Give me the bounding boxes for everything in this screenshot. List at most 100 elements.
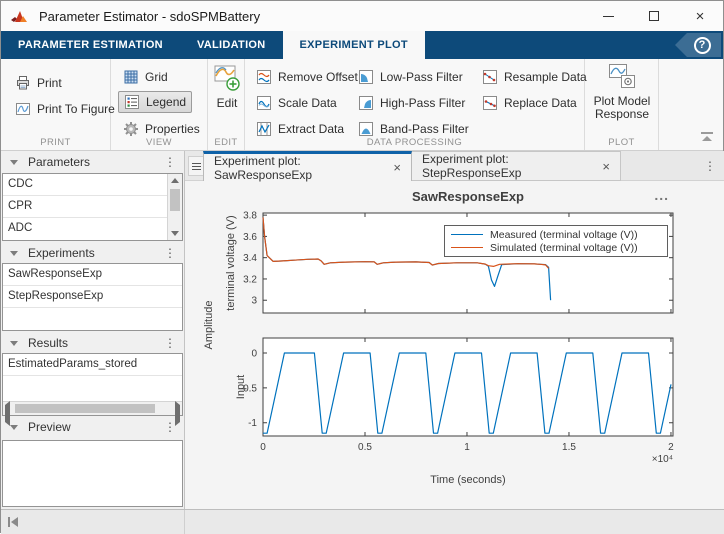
extract-data-label: Extract Data bbox=[278, 122, 344, 136]
parameters-menu-icon[interactable]: ⋮ bbox=[164, 156, 176, 168]
preview-menu-icon[interactable]: ⋮ bbox=[164, 421, 176, 433]
svg-text:1.5: 1.5 bbox=[562, 442, 576, 453]
tab-close-icon[interactable]: × bbox=[602, 159, 610, 174]
scroll-up-icon[interactable] bbox=[168, 174, 182, 187]
parameter-estimator-window: Parameter Estimator - sdoSPMBattery × PA… bbox=[0, 0, 724, 533]
experiment-item[interactable]: SawResponseExp bbox=[3, 264, 182, 286]
low-pass-filter-button[interactable]: Low-Pass Filter bbox=[353, 66, 468, 88]
tab-list-menu-icon[interactable] bbox=[188, 156, 204, 176]
parameters-list: CDC CPR ADC bbox=[2, 173, 183, 241]
svg-text:-1: -1 bbox=[248, 418, 257, 429]
grid-label: Grid bbox=[145, 70, 168, 84]
remove-offset-button[interactable]: Remove Offset bbox=[251, 66, 363, 88]
results-menu-icon[interactable]: ⋮ bbox=[164, 337, 176, 349]
results-hscrollbar[interactable] bbox=[3, 401, 182, 415]
print-button[interactable]: Print bbox=[10, 72, 67, 94]
section-plot: Plot Model Response PLOT bbox=[585, 59, 659, 150]
parameters-panel-header[interactable]: Parameters ⋮ bbox=[1, 152, 184, 172]
results-list: EstimatedParams_stored bbox=[2, 353, 183, 416]
preview-panel-header[interactable]: Preview ⋮ bbox=[1, 417, 184, 437]
replace-data-button[interactable]: Replace Data bbox=[477, 92, 582, 114]
plot-model-response-icon bbox=[607, 62, 637, 92]
sidebar: Parameters ⋮ CDC CPR ADC Experiments ⋮ bbox=[1, 151, 185, 509]
band-pass-filter-label: Band-Pass Filter bbox=[380, 122, 469, 136]
section-edit: Edit EDIT bbox=[208, 59, 245, 150]
plot-legend[interactable]: Measured (terminal voltage (V)) Simulate… bbox=[444, 225, 668, 257]
plot-model-response-button[interactable]: Plot Model Response bbox=[587, 62, 657, 121]
resample-data-label: Resample Data bbox=[504, 70, 587, 84]
section-data-processing: Remove Offset Scale Data Extract Data bbox=[245, 59, 585, 150]
maximize-button[interactable] bbox=[631, 1, 677, 31]
scroll-thumb[interactable] bbox=[170, 189, 180, 211]
experiments-panel-header[interactable]: Experiments ⋮ bbox=[1, 243, 184, 263]
print-to-figure-icon bbox=[15, 101, 31, 117]
statusbar-sidebar-cell bbox=[1, 510, 185, 534]
section-print-label: PRINT bbox=[1, 137, 110, 148]
experiment-item[interactable]: StepResponseExp bbox=[3, 286, 182, 308]
doc-tab-label: Experiment plot: StepResponseExp bbox=[422, 152, 593, 180]
legend-icon bbox=[124, 94, 140, 110]
plot-more-options[interactable]: ... bbox=[654, 187, 669, 203]
legend-button[interactable]: Legend bbox=[118, 91, 192, 113]
legend-label: Simulated (terminal voltage (V)) bbox=[490, 242, 638, 254]
document-tabbar: Experiment plot: SawResponseExp × Experi… bbox=[185, 151, 724, 181]
window-title: Parameter Estimator - sdoSPMBattery bbox=[39, 9, 585, 24]
result-item[interactable]: EstimatedParams_stored bbox=[3, 354, 182, 376]
scale-data-button[interactable]: Scale Data bbox=[251, 92, 342, 114]
parameter-item[interactable]: ADC bbox=[3, 218, 167, 240]
print-to-figure-button[interactable]: Print To Figure bbox=[10, 98, 120, 120]
svg-text:3.4: 3.4 bbox=[243, 253, 257, 264]
remove-offset-label: Remove Offset bbox=[278, 70, 358, 84]
edit-button[interactable]: Edit bbox=[212, 63, 242, 110]
collapse-ribbon-button[interactable] bbox=[699, 131, 715, 143]
close-button[interactable]: × bbox=[677, 1, 723, 31]
tab-parameter-estimation[interactable]: PARAMETER ESTIMATION bbox=[1, 31, 180, 59]
parameters-scrollbar[interactable] bbox=[167, 174, 182, 240]
grid-button[interactable]: Grid bbox=[118, 66, 173, 88]
high-pass-filter-icon bbox=[358, 95, 374, 111]
band-pass-filter-icon bbox=[358, 121, 374, 137]
simulated-line-sample bbox=[451, 247, 483, 248]
gear-icon bbox=[123, 121, 139, 137]
experiment-item[interactable] bbox=[3, 308, 182, 330]
ribbon-tabstrip: PARAMETER ESTIMATION VALIDATION EXPERIME… bbox=[1, 31, 723, 59]
resample-data-button[interactable]: Resample Data bbox=[477, 66, 592, 88]
tab-experiment-plot-sawresponseexp[interactable]: Experiment plot: SawResponseExp × bbox=[203, 151, 412, 181]
collapse-caret-icon bbox=[10, 341, 18, 346]
printer-icon bbox=[15, 75, 31, 91]
tab-experiment-plot[interactable]: EXPERIMENT PLOT bbox=[283, 31, 425, 59]
tab-experiment-plot-stepresponseexp[interactable]: Experiment plot: StepResponseExp × bbox=[412, 151, 621, 181]
svg-text:1: 1 bbox=[464, 442, 470, 453]
tabbar-menu-icon[interactable]: ⋮ bbox=[704, 159, 716, 173]
figure-area: SawResponseExp ... 33.23.43.63.800.511.5… bbox=[185, 181, 724, 509]
preview-box bbox=[2, 440, 183, 507]
scroll-thumb[interactable] bbox=[15, 404, 155, 413]
scale-data-label: Scale Data bbox=[278, 96, 337, 110]
results-panel-header[interactable]: Results ⋮ bbox=[1, 333, 184, 353]
scroll-down-icon[interactable] bbox=[168, 227, 182, 240]
high-pass-filter-button[interactable]: High-Pass Filter bbox=[353, 92, 470, 114]
svg-text:0: 0 bbox=[260, 442, 266, 453]
legend-entry-simulated: Simulated (terminal voltage (V)) bbox=[451, 241, 663, 254]
svg-text:3.2: 3.2 bbox=[243, 274, 257, 285]
preview-panel-title: Preview bbox=[28, 420, 164, 434]
experiments-menu-icon[interactable]: ⋮ bbox=[164, 247, 176, 259]
help-icon: ? bbox=[694, 37, 711, 54]
parameter-item[interactable]: CPR bbox=[3, 196, 167, 218]
plot-model-response-label: Plot Model Response bbox=[587, 95, 657, 121]
collapse-caret-icon bbox=[10, 251, 18, 256]
parameter-item[interactable]: CDC bbox=[3, 174, 167, 196]
help-button[interactable]: ? bbox=[675, 33, 721, 57]
replace-data-label: Replace Data bbox=[504, 96, 577, 110]
collapse-ribbon-icon bbox=[701, 132, 713, 134]
collapse-caret-icon bbox=[10, 425, 18, 430]
content-area: Parameters ⋮ CDC CPR ADC Experiments ⋮ bbox=[1, 151, 724, 509]
minimize-button[interactable] bbox=[585, 1, 631, 31]
doc-tab-label: Experiment plot: SawResponseExp bbox=[214, 154, 384, 182]
legend-entry-measured: Measured (terminal voltage (V)) bbox=[451, 228, 663, 241]
collapse-sidebar-button[interactable] bbox=[8, 516, 22, 527]
tab-close-icon[interactable]: × bbox=[393, 160, 401, 175]
svg-text:3.8: 3.8 bbox=[243, 211, 257, 222]
shared-ylabel: Amplitude bbox=[203, 301, 215, 350]
tab-validation[interactable]: VALIDATION bbox=[180, 31, 283, 59]
